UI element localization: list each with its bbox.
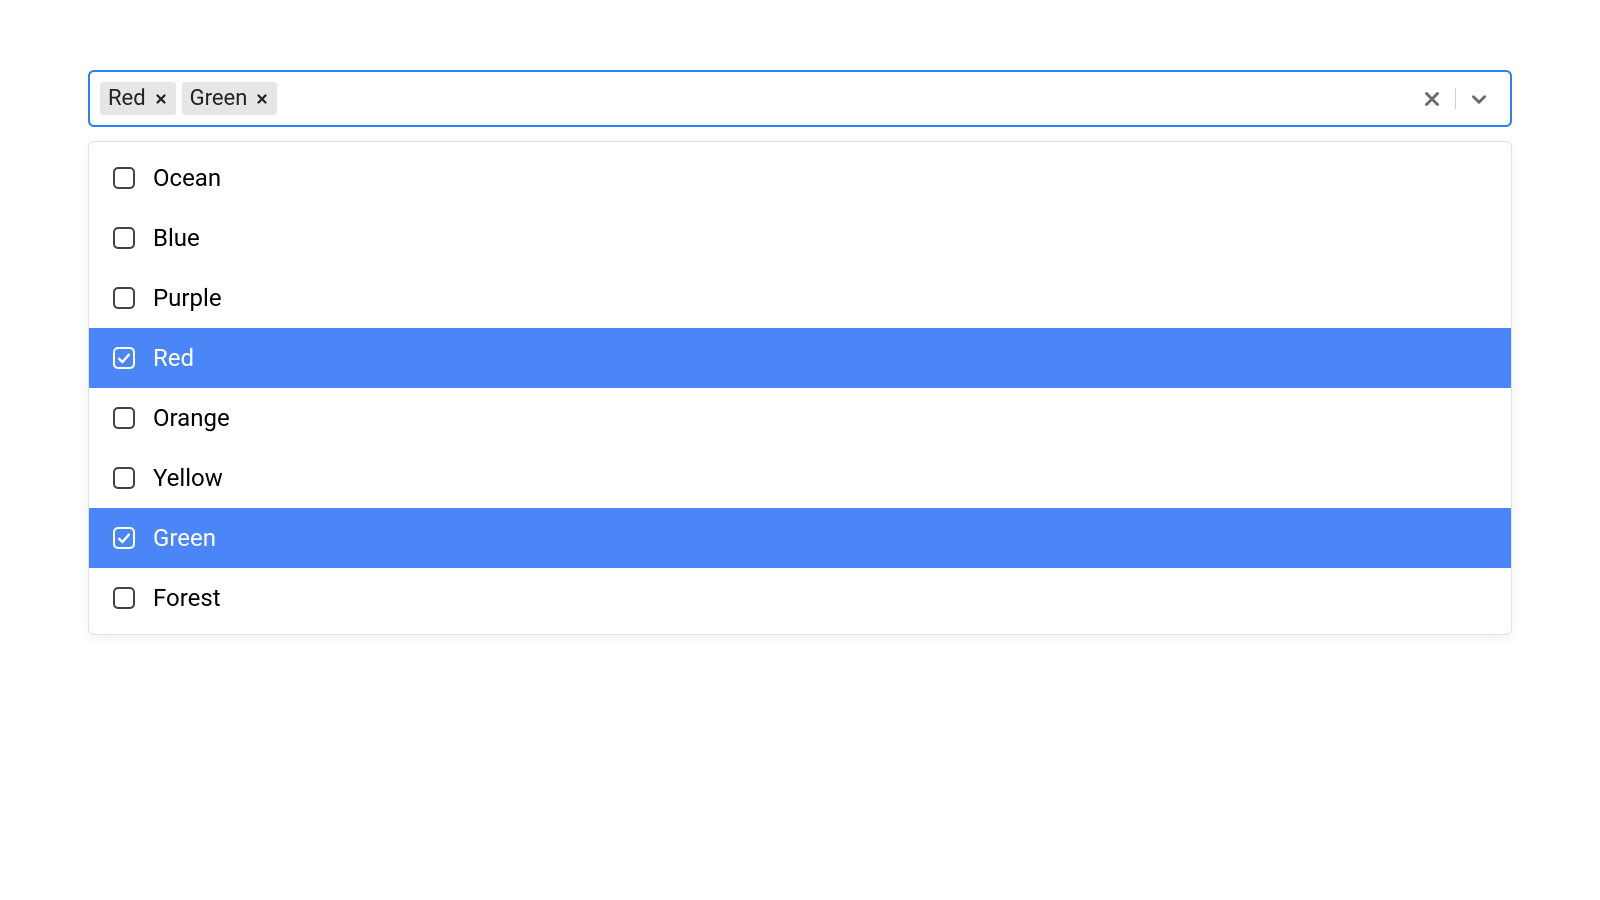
clear-button[interactable] <box>1409 88 1455 110</box>
checkbox[interactable] <box>113 347 135 369</box>
multiselect-control[interactable]: Red Green <box>88 70 1512 127</box>
multiselect: Red Green <box>88 70 1512 635</box>
option-forest[interactable]: Forest <box>89 568 1511 628</box>
option-red[interactable]: Red <box>89 328 1511 388</box>
checkbox[interactable] <box>113 167 135 189</box>
checkbox[interactable] <box>113 467 135 489</box>
option-label: Blue <box>153 226 200 250</box>
tag-green: Green <box>182 82 278 115</box>
clear-icon <box>1421 88 1443 110</box>
tag-red: Red <box>100 82 176 115</box>
close-icon <box>255 92 269 106</box>
checkbox[interactable] <box>113 287 135 309</box>
option-label: Green <box>153 526 216 550</box>
chevron-down-icon <box>1468 88 1490 110</box>
value-container: Red Green <box>98 78 1409 119</box>
indicators <box>1409 78 1502 119</box>
options-menu: Ocean Blue Purple Red Orange <box>88 141 1512 635</box>
option-yellow[interactable]: Yellow <box>89 448 1511 508</box>
option-label: Yellow <box>153 466 223 490</box>
check-icon <box>116 350 132 366</box>
tag-label: Red <box>108 86 146 111</box>
checkbox[interactable] <box>113 407 135 429</box>
option-green[interactable]: Green <box>89 508 1511 568</box>
dropdown-toggle[interactable] <box>1456 88 1502 110</box>
checkbox[interactable] <box>113 587 135 609</box>
option-label: Orange <box>153 406 230 430</box>
option-label: Ocean <box>153 166 221 190</box>
tag-remove-button[interactable] <box>154 92 168 106</box>
close-icon <box>154 92 168 106</box>
option-ocean[interactable]: Ocean <box>89 148 1511 208</box>
option-purple[interactable]: Purple <box>89 268 1511 328</box>
tag-remove-button[interactable] <box>255 92 269 106</box>
option-label: Red <box>153 346 194 370</box>
check-icon <box>116 530 132 546</box>
option-orange[interactable]: Orange <box>89 388 1511 448</box>
checkbox[interactable] <box>113 227 135 249</box>
option-label: Forest <box>153 586 221 610</box>
option-blue[interactable]: Blue <box>89 208 1511 268</box>
option-label: Purple <box>153 286 222 310</box>
checkbox[interactable] <box>113 527 135 549</box>
tag-label: Green <box>190 86 248 111</box>
